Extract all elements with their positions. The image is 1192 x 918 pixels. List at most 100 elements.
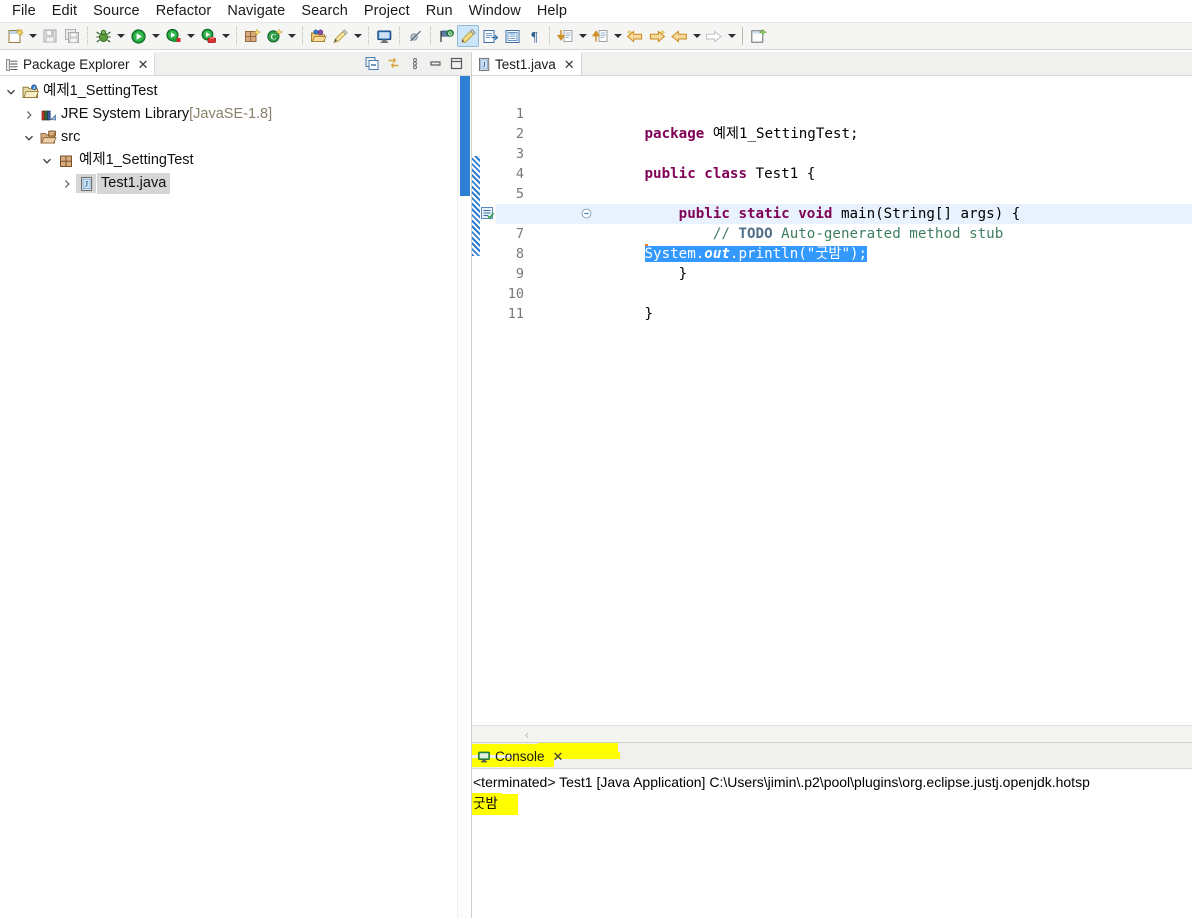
menu-bar: File Edit Source Refactor Navigate Searc…: [0, 0, 1192, 22]
collapse-all-button[interactable]: [363, 54, 382, 73]
editor-folding-ruler[interactable]: [528, 76, 592, 725]
previous-annotation-button[interactable]: [589, 25, 611, 47]
expand-twisty-icon[interactable]: [38, 149, 56, 172]
editor-horizontal-scrollbar[interactable]: ‹: [472, 725, 1192, 742]
previous-annotation-dropdown[interactable]: [611, 25, 624, 47]
search-button[interactable]: [329, 25, 351, 47]
svg-text:J: J: [85, 179, 88, 188]
back-edit-arrow-icon: [626, 29, 643, 43]
open-type-button[interactable]: [307, 25, 329, 47]
menu-item-file[interactable]: File: [4, 2, 44, 20]
link-with-editor-button[interactable]: [384, 54, 403, 73]
expand-twisty-icon[interactable]: [2, 80, 20, 103]
new-java-package-button[interactable]: [241, 25, 263, 47]
next-annotation-dropdown[interactable]: [576, 25, 589, 47]
forward-navigation-dropdown[interactable]: [725, 25, 738, 47]
tab-console[interactable]: Console ✕: [472, 743, 569, 768]
code-line[interactable]: public static void main(String[] args) {: [542, 184, 1192, 222]
external-tools-dropdown[interactable]: [219, 25, 232, 47]
back-navigation-button[interactable]: [668, 25, 690, 47]
code-token: }: [644, 266, 688, 282]
open-task-button[interactable]: G: [435, 25, 457, 47]
forward-navigation-button[interactable]: [703, 25, 725, 47]
fold-collapse-icon[interactable]: [528, 184, 592, 219]
tab-package-explorer[interactable]: Package Explorer ✕: [0, 52, 156, 75]
editor-tab-close[interactable]: ✕: [564, 58, 575, 71]
new-wizard-dropdown[interactable]: [26, 25, 39, 47]
save-all-button[interactable]: [61, 25, 83, 47]
tree-item-src[interactable]: src: [0, 126, 471, 149]
view-menu-button[interactable]: [405, 54, 424, 73]
new-java-class-button[interactable]: C: [263, 25, 285, 47]
menu-item-edit[interactable]: Edit: [44, 2, 85, 20]
package-explorer-tab-label: Package Explorer: [23, 57, 130, 72]
editor-body[interactable]: 1 2 3 4 5 6 7 8 9 10 11: [472, 76, 1192, 725]
console-output-area[interactable]: <terminated> Test1 [Java Application] C:…: [472, 769, 1192, 918]
code-line[interactable]: public class Test1 {: [542, 144, 1192, 182]
next-annotation-button[interactable]: [554, 25, 576, 47]
line-number: 4: [515, 166, 524, 182]
toggle-block-selection-button[interactable]: [501, 25, 523, 47]
console-status-line: <terminated> Test1 [Java Application] C:…: [473, 774, 1090, 790]
coverage-button[interactable]: [162, 25, 184, 47]
debug-dropdown[interactable]: [114, 25, 127, 47]
open-console-button[interactable]: [373, 25, 395, 47]
save-all-icon: [65, 29, 79, 43]
search-dropdown[interactable]: [351, 25, 364, 47]
run-button[interactable]: [127, 25, 149, 47]
external-tools-button[interactable]: [197, 25, 219, 47]
task-marker-icon[interactable]: [480, 206, 495, 225]
menu-item-window[interactable]: Window: [461, 2, 529, 20]
run-dropdown[interactable]: [149, 25, 162, 47]
editor-annotation-ruler[interactable]: [480, 76, 496, 725]
package-explorer-scrollbar[interactable]: [457, 76, 471, 918]
tree-item-test1-java[interactable]: J Test1.java: [0, 172, 471, 195]
code-line[interactable]: }: [542, 284, 1192, 322]
menu-item-help[interactable]: Help: [529, 2, 575, 20]
collapse-twisty-icon[interactable]: [58, 172, 76, 195]
menu-item-refactor[interactable]: Refactor: [148, 2, 220, 20]
new-java-class-dropdown[interactable]: [285, 25, 298, 47]
console-tab-close[interactable]: ✕: [553, 750, 564, 763]
back-navigation-dropdown[interactable]: [690, 25, 703, 47]
scrollbar-thumb[interactable]: [460, 76, 470, 196]
tree-item-jre-library[interactable]: JRE System Library [JavaSE-1.8]: [0, 103, 471, 126]
editor-text-area[interactable]: package 예제1_SettingTest; public class Te…: [542, 76, 1192, 725]
toolbar-separator: [87, 27, 88, 45]
new-wizard-button[interactable]: [4, 25, 26, 47]
show-whitespace-button[interactable]: ¶: [523, 25, 545, 47]
collapse-twisty-icon[interactable]: [20, 103, 38, 126]
toggle-mark-occurrences-button[interactable]: [457, 25, 479, 47]
menu-item-search[interactable]: Search: [293, 2, 356, 20]
menu-item-run[interactable]: Run: [418, 2, 461, 20]
pilcrow-icon: ¶: [531, 30, 538, 45]
minimize-view-button[interactable]: [426, 54, 445, 73]
new-window-icon: [750, 28, 767, 43]
next-edit-location-button[interactable]: [646, 25, 668, 47]
skip-breakpoints-button[interactable]: [404, 25, 426, 47]
package-explorer-tab-close[interactable]: ✕: [138, 58, 149, 71]
maximize-view-button[interactable]: [447, 54, 466, 73]
coverage-icon: [165, 28, 180, 42]
menu-item-navigate[interactable]: Navigate: [219, 2, 293, 20]
link-task-editor-button[interactable]: [479, 25, 501, 47]
tree-item-project[interactable]: J 예제1_SettingTest: [0, 80, 471, 103]
scroll-left-arrow-icon[interactable]: ‹: [510, 726, 544, 743]
last-edit-location-button[interactable]: [624, 25, 646, 47]
expand-twisty-icon[interactable]: [20, 126, 38, 149]
code-token: Test1 {: [755, 166, 816, 182]
jre-library-icon: [38, 105, 58, 124]
save-button[interactable]: [39, 25, 61, 47]
tab-test1-java[interactable]: J Test1.java ✕: [472, 52, 582, 75]
line-number: 5: [515, 186, 524, 202]
debug-button[interactable]: [92, 25, 114, 47]
tree-item-package[interactable]: 예제1_SettingTest: [0, 149, 471, 172]
code-line[interactable]: package 예제1_SettingTest;: [542, 104, 1192, 142]
tree-label: 예제1_SettingTest: [79, 151, 194, 168]
menu-item-project[interactable]: Project: [356, 2, 418, 20]
code-token: System.: [644, 246, 705, 262]
menu-item-source[interactable]: Source: [85, 2, 148, 20]
new-window-button[interactable]: [747, 25, 769, 47]
coverage-dropdown[interactable]: [184, 25, 197, 47]
